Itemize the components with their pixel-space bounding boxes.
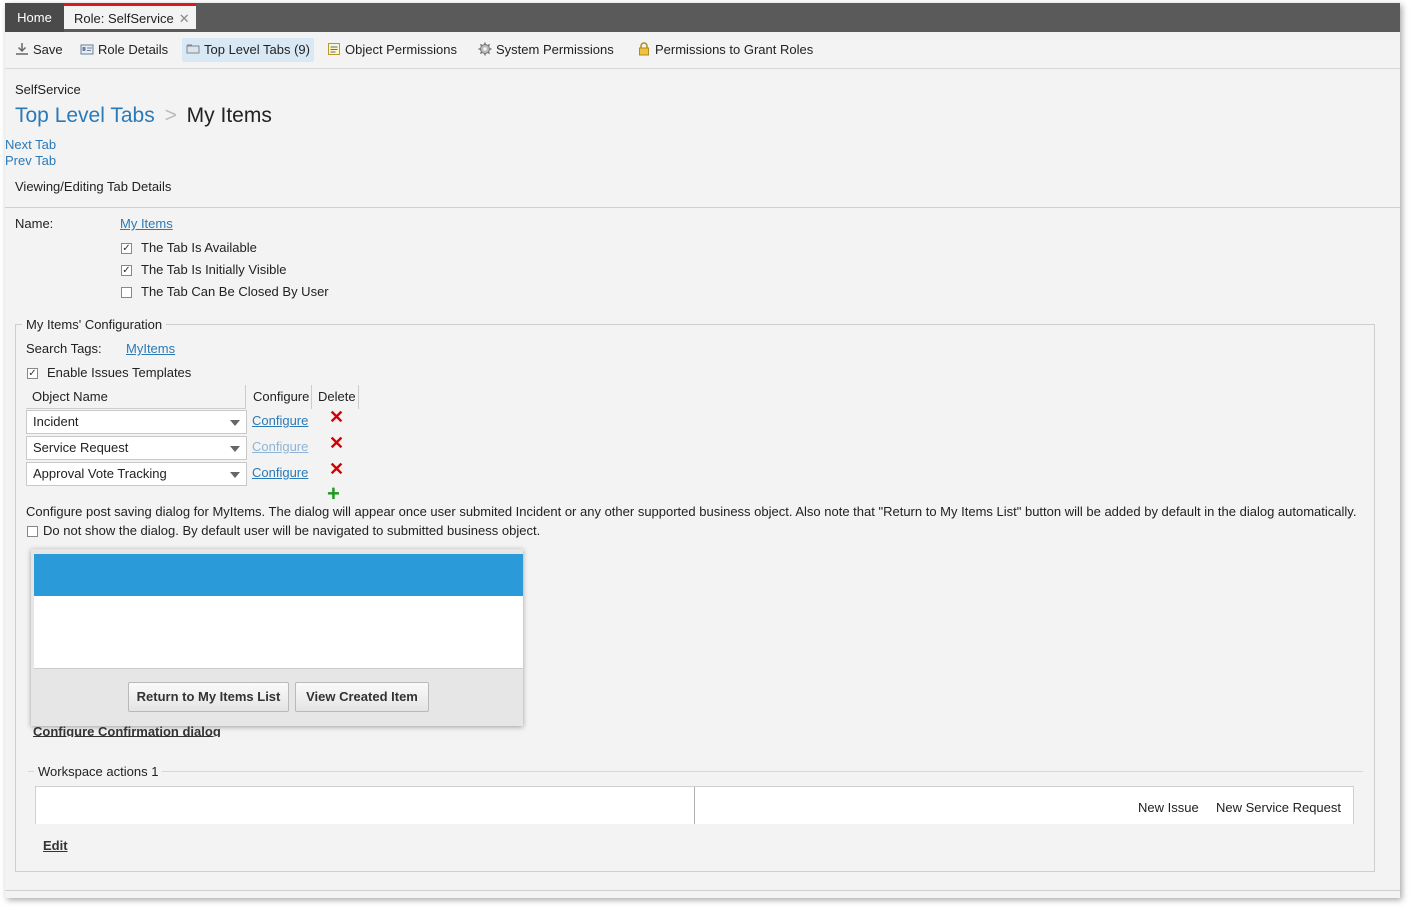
- top-level-tabs-button[interactable]: Top Level Tabs (9): [182, 38, 314, 62]
- grant-roles-button[interactable]: Permissions to Grant Roles: [633, 38, 817, 62]
- dialog-body: [34, 596, 523, 669]
- object-select-service-request[interactable]: Service Request: [26, 436, 247, 460]
- dialog-preview: Return to My Items List View Created Ite…: [31, 549, 523, 726]
- top-level-tabs-label: Top Level Tabs (9): [204, 42, 310, 57]
- role-details-label: Role Details: [98, 42, 169, 57]
- delete-icon[interactable]: ✕: [329, 434, 344, 452]
- object-select-incident[interactable]: Incident: [26, 410, 247, 434]
- permissions-list-icon: [328, 43, 340, 55]
- app-window: Home Role: SelfService ✕ Save Role Detail…: [5, 3, 1400, 898]
- gear-icon: [478, 42, 492, 56]
- save-label: Save: [33, 42, 63, 57]
- prev-tab-link[interactable]: Prev Tab: [5, 153, 56, 168]
- view-created-item-button[interactable]: View Created Item: [295, 682, 429, 712]
- config-legend: My Items' Configuration: [22, 317, 167, 332]
- object-select-value: Service Request: [33, 440, 129, 455]
- breadcrumb-separator: >: [164, 104, 177, 127]
- object-select-value: Approval Vote Tracking: [33, 466, 167, 481]
- enable-templates-checkbox[interactable]: ✓: [27, 368, 38, 379]
- delete-icon[interactable]: ✕: [329, 408, 344, 426]
- tab-closable-checkbox[interactable]: [121, 287, 132, 298]
- return-to-list-button[interactable]: Return to My Items List: [128, 682, 289, 712]
- workspace-fieldset-line: [28, 771, 1363, 772]
- close-icon[interactable]: ✕: [179, 11, 190, 26]
- no-dialog-label: Do not show the dialog. By default user …: [43, 523, 541, 538]
- no-dialog-checkbox[interactable]: [27, 526, 38, 537]
- tab-role-selfservice[interactable]: Role: SelfService ✕: [64, 3, 196, 29]
- post-saving-note: Configure post saving dialog for MyItems…: [26, 504, 1357, 519]
- column-object-name: Object Name: [26, 385, 246, 409]
- column-configure: Configure: [247, 385, 312, 409]
- tab-visible-label: The Tab Is Initially Visible: [141, 262, 287, 277]
- lock-icon: [639, 42, 649, 56]
- id-card-icon: [80, 44, 94, 55]
- edit-link[interactable]: Edit: [43, 838, 68, 853]
- chevron-down-icon: [230, 420, 240, 426]
- divider: [5, 207, 1400, 208]
- chevron-down-icon: [230, 472, 240, 478]
- tab-available-checkbox[interactable]: ✓: [121, 243, 132, 254]
- tab-available-label: The Tab Is Available: [141, 240, 257, 255]
- tab-bar: Home Role: SelfService ✕: [5, 3, 1400, 32]
- configure-link-incident[interactable]: Configure: [252, 413, 308, 428]
- object-select-approval-vote[interactable]: Approval Vote Tracking: [26, 462, 247, 486]
- action-new-service-request[interactable]: New Service Request: [1216, 800, 1341, 815]
- dialog-title-bar: [34, 554, 523, 596]
- grant-roles-label: Permissions to Grant Roles: [655, 42, 814, 57]
- tab-role-label: Role: SelfService: [74, 11, 174, 26]
- breadcrumb-current: My Items: [186, 104, 272, 127]
- system-permissions-label: System Permissions: [496, 42, 614, 57]
- action-new-issue[interactable]: New Issue: [1138, 800, 1199, 815]
- toolbar: Save Role Details Top Level Tabs (9) Obj…: [5, 32, 1400, 69]
- configure-link-service-request[interactable]: Configure: [252, 439, 308, 454]
- configure-confirmation-label: Configure Confirmation dialog: [33, 724, 221, 737]
- search-tags-label: Search Tags:: [26, 341, 102, 356]
- system-permissions-button[interactable]: System Permissions: [474, 38, 618, 62]
- workspace-legend: Workspace actions 1: [34, 764, 163, 779]
- workspace-actions-box: New Issue New Service Request: [35, 786, 1354, 824]
- tab-icon: [186, 44, 200, 54]
- configure-confirmation-link[interactable]: Configure Confirmation dialog: [33, 723, 221, 737]
- object-select-value: Incident: [33, 414, 79, 429]
- chevron-down-icon: [230, 446, 240, 452]
- tab-visible-checkbox[interactable]: ✓: [121, 265, 132, 276]
- save-button[interactable]: Save: [11, 38, 67, 62]
- delete-icon[interactable]: ✕: [329, 460, 344, 478]
- name-value-link[interactable]: My Items: [120, 216, 173, 231]
- workspace-divider: [694, 787, 695, 824]
- breadcrumb: Top Level Tabs > My Items: [15, 104, 272, 128]
- tab-home[interactable]: Home: [5, 3, 64, 32]
- download-icon: [16, 43, 28, 55]
- next-tab-link[interactable]: Next Tab: [5, 137, 56, 152]
- role-details-button[interactable]: Role Details: [76, 38, 172, 62]
- name-label: Name:: [15, 216, 54, 231]
- add-icon[interactable]: +: [327, 483, 340, 505]
- section-title: Viewing/Editing Tab Details: [15, 179, 172, 194]
- object-permissions-label: Object Permissions: [345, 42, 457, 57]
- column-delete: Delete: [313, 385, 359, 409]
- object-permissions-button[interactable]: Object Permissions: [323, 38, 461, 62]
- role-name: SelfService: [15, 82, 81, 97]
- tab-closable-label: The Tab Can Be Closed By User: [141, 284, 329, 299]
- configure-link-approval-vote[interactable]: Configure: [252, 465, 308, 480]
- bottom-divider: [5, 890, 1400, 891]
- enable-templates-label: Enable Issues Templates: [47, 365, 192, 380]
- breadcrumb-parent[interactable]: Top Level Tabs: [15, 104, 155, 127]
- search-tags-link[interactable]: MyItems: [126, 341, 175, 356]
